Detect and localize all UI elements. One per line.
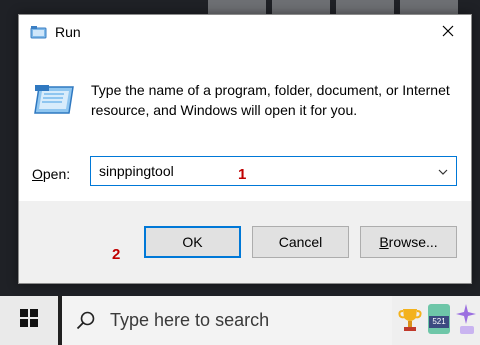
search-icon [76,310,96,330]
close-button[interactable] [425,15,471,50]
trophy-icon[interactable] [398,306,422,334]
cancel-button[interactable]: Cancel [252,226,349,258]
browse-button[interactable]: Browse... [360,226,457,258]
taskbar-search-box[interactable]: Type here to search [62,296,392,345]
taskbar-tray: 521 [392,296,480,345]
taskbar: Type here to search 521 [0,296,480,345]
search-placeholder: Type here to search [110,310,270,330]
dialog-title: Run [55,24,81,40]
browse-button-label: Browse... [379,234,437,250]
browse-text: rowse... [388,234,438,250]
annotation-1: 1 [238,166,247,183]
desktop-tile [400,0,458,14]
cancel-button-label: Cancel [278,234,323,250]
badge-text: 521 [429,316,449,328]
open-label: Open: [32,166,70,182]
open-label-accelerator: O [32,166,43,182]
start-button[interactable] [0,296,58,345]
annotation-2: 2 [112,246,121,263]
windows-logo-icon [20,309,38,332]
open-label-text: pen: [42,166,71,182]
run-app-icon [30,25,47,40]
desktop-tile [208,0,266,14]
ok-button-label: OK [182,234,203,250]
desktop-tile [336,0,394,14]
desktop-tile [272,0,330,14]
dialog-description: Type the name of a program, folder, docu… [91,82,450,118]
browse-accelerator: B [379,234,389,250]
title-bar[interactable]: Run [19,15,471,50]
dialog-content: Type the name of a program, folder, docu… [19,50,471,201]
close-icon [442,24,454,42]
ok-button[interactable]: OK [144,226,241,258]
chevron-down-icon [438,162,448,180]
open-combobox[interactable] [90,156,457,186]
open-input[interactable] [91,157,421,185]
run-dialog: Run Type the name of a program, folder, … [18,14,472,284]
run-app-icon [33,83,75,117]
sparkle-icon[interactable] [454,302,478,336]
badge-icon[interactable]: 521 [428,304,450,334]
dropdown-button[interactable] [432,157,454,185]
